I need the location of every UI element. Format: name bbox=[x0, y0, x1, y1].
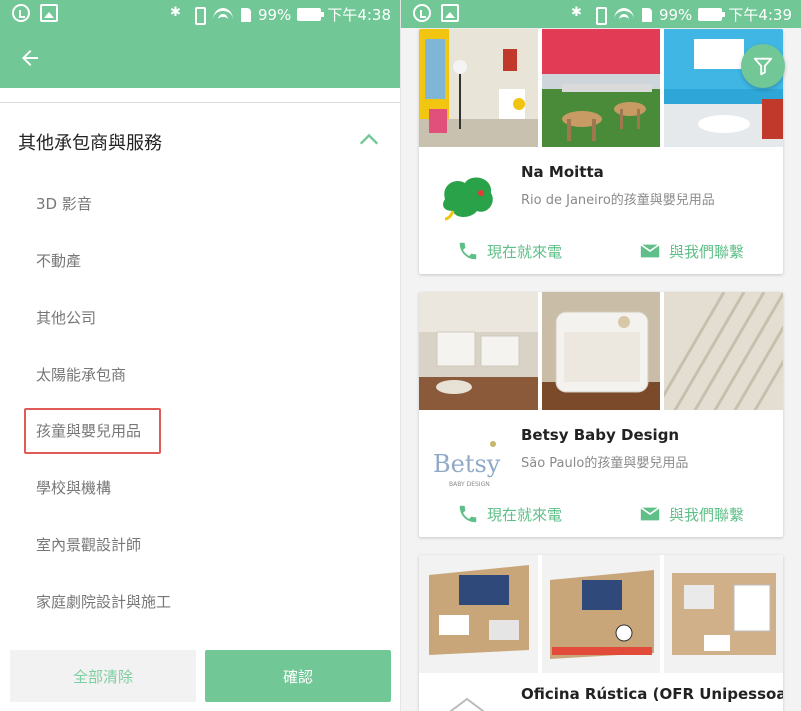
image-icon bbox=[40, 4, 58, 22]
na-moitta-logo bbox=[432, 166, 502, 236]
mail-icon bbox=[640, 243, 660, 258]
photo-strip[interactable] bbox=[419, 292, 783, 410]
photo[interactable] bbox=[419, 29, 538, 147]
call-now-button[interactable]: 現在就來電 bbox=[457, 240, 562, 262]
business-name[interactable]: Na Moitta bbox=[521, 163, 604, 181]
back-arrow-icon[interactable] bbox=[18, 46, 42, 70]
svg-text:Betsy: Betsy bbox=[433, 450, 501, 478]
business-card[interactable]: Betsy BABY DESIGN Betsy Baby Design São … bbox=[419, 292, 783, 537]
bluetooth-icon bbox=[569, 5, 587, 24]
category-item-schools[interactable]: 學校與機構 bbox=[36, 477, 111, 498]
contact-us-label: 與我們聯繫 bbox=[669, 242, 745, 261]
phone-icon bbox=[459, 242, 477, 260]
photo[interactable] bbox=[541, 292, 661, 410]
category-item-home-theater[interactable]: 家庭劇院設計與施工 bbox=[36, 591, 171, 612]
sim-icon bbox=[641, 6, 653, 24]
category-section-header[interactable]: 其他承包商與服務 bbox=[0, 102, 400, 174]
section-title: 其他承包商與服務 bbox=[18, 133, 162, 154]
image-icon bbox=[441, 4, 459, 22]
category-item-3d-av[interactable]: 3D 影音 bbox=[36, 193, 92, 214]
app-bar bbox=[0, 28, 400, 88]
battery-icon bbox=[297, 8, 325, 21]
business-card[interactable]: Na Moitta Rio de Janeiro的孩童與嬰兒用品 現在就來電 與… bbox=[419, 29, 783, 274]
category-item-solar-contractors[interactable]: 太陽能承包商 bbox=[36, 364, 126, 385]
clear-all-button[interactable]: 全部清除 bbox=[10, 650, 196, 702]
photo[interactable] bbox=[541, 555, 661, 673]
sim-icon bbox=[240, 6, 252, 24]
photo[interactable] bbox=[419, 292, 538, 410]
filter-icon bbox=[753, 57, 773, 76]
confirm-button[interactable]: 確認 bbox=[205, 650, 391, 702]
status-bar: 99% 下午4:38 bbox=[0, 0, 400, 28]
svg-text:BABY DESIGN: BABY DESIGN bbox=[449, 481, 490, 488]
business-subtitle: Rio de Janeiro的孩童與嬰兒用品 bbox=[521, 193, 715, 208]
call-now-label: 現在就來電 bbox=[487, 242, 563, 261]
business-name[interactable]: Oficina Rústica (OFR Unipessoal bbox=[521, 685, 783, 703]
chevron-up-icon[interactable] bbox=[358, 129, 380, 151]
sync-icon bbox=[413, 4, 431, 22]
clock: 下午4:38 bbox=[327, 6, 391, 24]
filter-screen: 99% 下午4:38 其他承包商與服務 3D 影音 不動產 其他公司 太陽能承包… bbox=[0, 0, 400, 711]
contact-us-button[interactable]: 與我們聯繫 bbox=[639, 503, 744, 525]
photo[interactable] bbox=[664, 555, 783, 673]
business-subtitle: São Paulo的孩童與嬰兒用品 bbox=[521, 456, 689, 471]
betsy-logo: Betsy BABY DESIGN bbox=[431, 428, 503, 500]
category-item-interior-landscape[interactable]: 室內景觀設計師 bbox=[36, 534, 141, 555]
battery-percent: 99% bbox=[257, 5, 292, 24]
photo-strip[interactable] bbox=[419, 555, 783, 673]
contact-us-label: 與我們聯繫 bbox=[669, 505, 745, 524]
business-logo bbox=[450, 697, 484, 711]
clock: 下午4:39 bbox=[728, 6, 792, 24]
category-item-other-companies[interactable]: 其他公司 bbox=[36, 307, 96, 328]
results-screen: 99% 下午4:39 bbox=[401, 0, 801, 711]
photo[interactable] bbox=[419, 555, 538, 673]
sync-icon bbox=[12, 4, 30, 22]
category-item-real-estate[interactable]: 不動產 bbox=[36, 250, 81, 271]
battery-icon bbox=[698, 8, 726, 21]
photo[interactable] bbox=[541, 29, 661, 147]
battery-percent: 99% bbox=[658, 5, 693, 24]
photo-strip[interactable] bbox=[419, 29, 783, 147]
call-now-label: 現在就來電 bbox=[487, 505, 563, 524]
business-name[interactable]: Betsy Baby Design bbox=[521, 426, 679, 444]
phone-icon bbox=[459, 505, 477, 523]
filter-button[interactable] bbox=[741, 44, 785, 88]
wifi-icon bbox=[613, 6, 635, 24]
photo[interactable] bbox=[664, 292, 783, 410]
vibrate-icon bbox=[593, 6, 607, 25]
business-card[interactable]: Oficina Rústica (OFR Unipessoal bbox=[419, 555, 783, 711]
vibrate-icon bbox=[192, 6, 206, 25]
mail-icon bbox=[640, 506, 660, 521]
status-bar: 99% 下午4:39 bbox=[401, 0, 801, 28]
call-now-button[interactable]: 現在就來電 bbox=[457, 503, 562, 525]
wifi-icon bbox=[212, 6, 234, 24]
contact-us-button[interactable]: 與我們聯繫 bbox=[639, 240, 744, 262]
selected-category-highlight bbox=[24, 408, 161, 454]
bluetooth-icon bbox=[168, 5, 186, 24]
